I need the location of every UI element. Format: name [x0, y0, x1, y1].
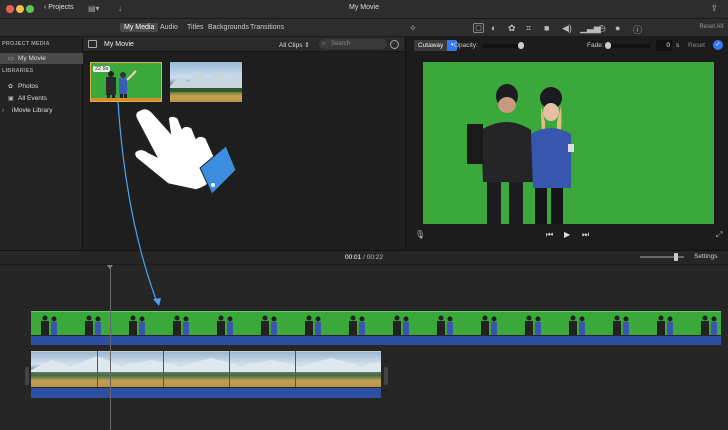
search-icon: ⌕ — [322, 41, 326, 47]
clip-used-bar — [91, 98, 161, 101]
fade-unit: s — [676, 42, 680, 49]
sidebar-toggle-icon[interactable] — [88, 40, 97, 48]
color-correction-icon[interactable]: ✿ — [508, 23, 516, 34]
clip-boundary — [97, 351, 98, 387]
project-media-heading: PROJECT MEDIA — [2, 41, 50, 47]
video-overlay-icon[interactable]: ▢ — [473, 23, 484, 33]
skip-back-icon[interactable]: ⏮︎ — [546, 230, 553, 240]
sidebar-item-my-movie[interactable]: ▭ My Movie — [0, 53, 83, 64]
clip-filter-select[interactable]: All Clips ⇕ — [279, 41, 310, 49]
clip-trim-handle-right[interactable] — [384, 367, 388, 385]
opacity-slider-knob[interactable] — [518, 42, 524, 49]
sidebar-item-all-events[interactable]: ▣ All Events — [0, 93, 83, 104]
mountain-scene — [170, 70, 242, 92]
crop-icon[interactable]: ⌗ — [526, 23, 531, 34]
microphone-icon[interactable]: 🎙︎ — [415, 230, 425, 239]
browser-title: My Movie — [104, 41, 134, 48]
main-audio-waveform — [31, 388, 381, 398]
greenscreen-clip-thumbnail[interactable]: 22.9s — [90, 62, 162, 102]
events-icon: ▣ — [8, 96, 14, 102]
adjustments-bar: ✧ ▢ ◐ ✿ ⌗ ■ ◀) ▁▃▅ ◷ ● ⓘ — [405, 19, 728, 37]
reset-button[interactable]: Reset — [688, 42, 705, 49]
opacity-label: Opacity: — [454, 42, 478, 49]
viewer-panel: Cutaway ▾ Opacity: Fade: 0 s Reset ✓ 🎙︎ ⏮… — [405, 37, 728, 250]
stabilization-icon[interactable]: ■ — [544, 23, 549, 33]
info-icon[interactable]: ⓘ — [633, 23, 642, 36]
fade-slider-knob[interactable] — [605, 42, 611, 49]
libraries-sidebar: PROJECT MEDIA ▭ My Movie LIBRARIES ✿ Photo… — [0, 37, 83, 250]
mountain-clip-thumbnail[interactable] — [170, 62, 242, 102]
clip-trim-handle-left[interactable] — [25, 367, 29, 385]
fade-value-field[interactable]: 0 — [656, 40, 672, 51]
photos-icon: ✿ — [8, 84, 14, 90]
greenscreen-overlay-clip[interactable] — [31, 311, 721, 335]
skip-forward-icon[interactable]: ⏭︎ — [582, 230, 589, 240]
disclosure-icon: › — [2, 108, 4, 114]
tab-audio[interactable]: Audio — [156, 23, 182, 32]
main-clip-frames — [31, 356, 381, 372]
color-balance-icon[interactable]: ◐ — [491, 23, 496, 33]
clip-boundary — [229, 351, 230, 387]
fullscreen-icon[interactable]: ⤢ — [716, 230, 722, 240]
chevron-updown-icon: ⇕ — [304, 42, 310, 49]
tab-my-media[interactable]: My Media — [120, 23, 159, 32]
window-title: My Movie — [349, 4, 379, 11]
share-icon[interactable]: ⇪ — [710, 3, 718, 14]
clip-boundary — [163, 351, 164, 387]
magic-wand-icon[interactable]: ✧ — [409, 23, 417, 34]
opacity-slider[interactable] — [482, 42, 524, 49]
timecode: 00:01 / 00:22 — [345, 254, 383, 261]
sidebar-item-photos[interactable]: ✿ Photos — [0, 81, 83, 92]
clip-boundary — [295, 351, 296, 387]
timeline-zoom-slider[interactable] — [640, 253, 684, 261]
search-input[interactable]: ⌕ Search — [319, 39, 387, 49]
fade-slider[interactable] — [605, 42, 651, 49]
overlay-audio-waveform — [31, 336, 721, 345]
fade-label: Fade: — [587, 42, 604, 49]
overlay-mode-select[interactable]: Cutaway ▾ — [414, 40, 458, 51]
apply-check-icon[interactable]: ✓ — [713, 40, 723, 50]
speed-icon[interactable]: ◷ — [598, 23, 606, 34]
timeline-settings-button[interactable]: Settings — [694, 253, 718, 260]
tab-transitions[interactable]: Transitions — [246, 23, 288, 32]
timeline-panel: 00:01 / 00:22 Settings — [0, 250, 728, 430]
clip-filter-icon[interactable]: ● — [615, 23, 620, 33]
title-bar: ‹ Projects ▤▾ ↓ My Movie ⇪ — [0, 0, 728, 19]
zoom-slider-knob[interactable] — [674, 253, 678, 261]
overlay-clip-frames — [41, 315, 717, 335]
preview-people-figure — [467, 84, 574, 224]
film-icon: ▭ — [8, 56, 14, 62]
video-preview — [423, 62, 714, 224]
mountain-main-clip[interactable] — [31, 351, 381, 387]
browser-header: My Movie All Clips ⇕ ⌕ Search ⋯ — [83, 37, 405, 52]
more-options-icon[interactable]: ⋯ — [390, 40, 399, 49]
clip-people-figure — [106, 70, 137, 101]
playhead[interactable] — [110, 265, 111, 430]
volume-icon[interactable]: ◀) — [562, 23, 572, 34]
play-icon[interactable]: ▶ — [564, 230, 570, 239]
sidebar-item-imovie-library[interactable]: › iMovie Library — [0, 105, 83, 116]
libraries-heading: LIBRARIES — [2, 68, 34, 74]
